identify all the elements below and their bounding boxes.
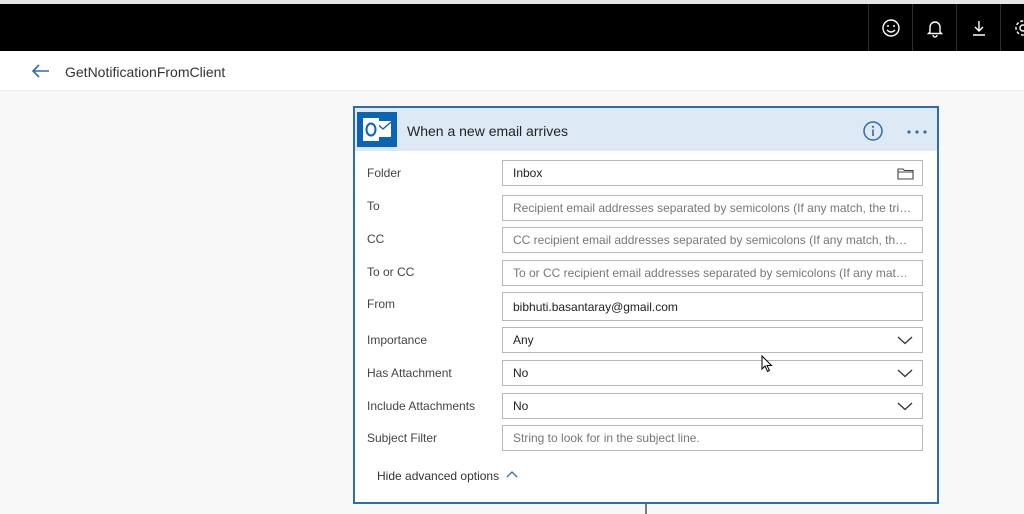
folder-field[interactable]: Inbox: [502, 160, 923, 186]
subject-filter-label: Subject Filter: [367, 431, 438, 445]
more-options-icon[interactable]: [905, 122, 929, 142]
to-placeholder: Recipient email addresses separated by s…: [513, 201, 912, 215]
mouse-cursor-icon: [761, 354, 773, 378]
from-value: bibhuti.basantaray@gmail.com: [513, 299, 678, 314]
folder-label: Folder: [367, 166, 402, 180]
flow-header: GetNotificationFromClient: [0, 51, 1024, 91]
trigger-card-header[interactable]: When a new email arrives: [355, 108, 937, 151]
chevron-down-icon: [896, 332, 914, 348]
subject-filter-field[interactable]: String to look for in the subject line.: [502, 425, 923, 451]
info-icon[interactable]: [862, 120, 884, 142]
importance-value: Any: [513, 333, 534, 347]
subject-filter-placeholder: String to look for in the subject line.: [513, 431, 700, 445]
to-or-cc-label: To or CC: [367, 265, 415, 279]
folder-value: Inbox: [513, 166, 543, 180]
chevron-down-icon: [896, 365, 914, 381]
has-attachment-dropdown[interactable]: No: [502, 360, 923, 386]
importance-label: Importance: [367, 333, 428, 347]
from-field[interactable]: bibhuti.basantaray@gmail.com: [502, 292, 923, 321]
include-attachments-dropdown[interactable]: No: [502, 393, 923, 419]
feedback-button[interactable]: [868, 4, 912, 51]
notifications-button[interactable]: [912, 4, 956, 51]
download-button[interactable]: [956, 4, 1000, 51]
to-field[interactable]: Recipient email addresses separated by s…: [502, 195, 923, 221]
folder-icon[interactable]: [896, 165, 914, 181]
has-attachment-value: No: [513, 366, 529, 380]
trigger-title: When a new email arrives: [407, 123, 569, 139]
download-icon: [972, 20, 985, 36]
top-bar: [0, 0, 1024, 51]
cc-placeholder: CC recipient email addresses separated b…: [513, 233, 912, 247]
smiley-icon: [881, 18, 900, 37]
trigger-card: When a new email arrives Folder Inbox To…: [353, 106, 939, 504]
flow-connector: [645, 504, 647, 514]
bell-icon: [926, 20, 943, 38]
to-or-cc-field[interactable]: To or CC recipient email addresses separ…: [502, 260, 923, 286]
from-label: From: [367, 297, 395, 311]
chevron-up-icon[interactable]: [505, 468, 519, 482]
gear-icon: [1014, 19, 1024, 36]
to-or-cc-placeholder: To or CC recipient email addresses separ…: [513, 266, 912, 280]
chevron-down-icon: [896, 398, 914, 414]
cc-label: CC: [367, 232, 385, 246]
cc-field[interactable]: CC recipient email addresses separated b…: [502, 227, 923, 253]
back-arrow-icon[interactable]: [30, 61, 52, 81]
flow-title: GetNotificationFromClient: [65, 64, 226, 80]
include-attachments-value: No: [513, 399, 529, 413]
importance-dropdown[interactable]: Any: [502, 327, 923, 353]
hide-advanced-options-link[interactable]: Hide advanced options: [377, 469, 499, 483]
has-attachment-label: Has Attachment: [367, 366, 452, 380]
outlook-icon: [357, 112, 397, 147]
to-label: To: [367, 199, 380, 213]
settings-button[interactable]: [1000, 4, 1024, 51]
include-attachments-label: Include Attachments: [367, 399, 476, 413]
